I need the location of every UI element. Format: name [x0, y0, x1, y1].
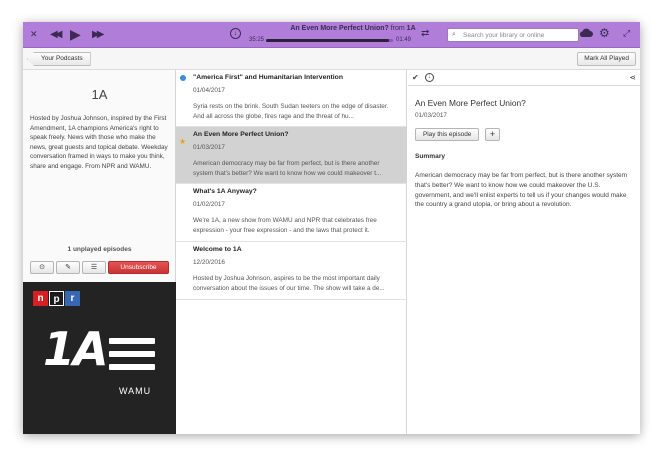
unplayed-count: 1 unplayed episodes [67, 246, 132, 253]
list-button[interactable]: ☰ [82, 261, 106, 274]
episode-date: 01/03/2017 [193, 144, 225, 151]
play-icon[interactable]: ▶ [70, 26, 81, 43]
npr-logo-r: r [65, 291, 80, 306]
now-playing-episode: An Even More Perfect Union? [290, 25, 389, 32]
podcast-description: Hosted by Joshua Johnson, inspired by th… [30, 115, 168, 170]
episode-item[interactable]: What's 1A Anyway? 01/02/2017 We're 1A, a… [176, 184, 407, 242]
episode-item-selected[interactable]: ★ An Even More Perfect Union? 01/03/2017… [176, 127, 407, 184]
episode-title: What's 1A Anyway? [193, 188, 257, 195]
episode-description: Syria rests on the brink. South Sudan te… [193, 103, 389, 120]
edit-button[interactable]: ✎ [56, 261, 80, 274]
fast-forward-icon[interactable]: ▶▶ [92, 29, 105, 40]
total-time: 01:49 [396, 37, 412, 43]
download-all-button[interactable]: ⊙ [30, 261, 54, 274]
detail-date: 01/03/2017 [415, 112, 447, 119]
elapsed-time: 35:25 [249, 37, 265, 43]
podcast-panel: 1A Hosted by Joshua Johnson, inspired by… [23, 70, 176, 434]
app-window: ✕ ◀◀ ▶ ▶▶ ↓ An Even More Perfect Union? … [23, 22, 640, 434]
search-icon: ⌕ [452, 31, 456, 38]
gear-icon[interactable]: ⚙ [599, 26, 610, 40]
episode-title: An Even More Perfect Union? [193, 131, 289, 138]
episode-date: 01/02/2017 [193, 201, 225, 208]
download-icon[interactable]: ↓ [230, 28, 241, 39]
share-icon[interactable]: ⋖ [629, 73, 636, 82]
show-logo-lines [109, 338, 155, 377]
menu-icon: ☰ [90, 264, 98, 271]
podcast-name: 1A [91, 87, 108, 102]
playback-progress-fill [266, 39, 390, 42]
episode-date: 01/04/2017 [193, 87, 225, 94]
pencil-icon: ✎ [65, 264, 71, 271]
play-episode-button[interactable]: Play this episode [415, 128, 480, 141]
cloud-icon[interactable] [579, 28, 593, 38]
now-playing-from: from [388, 25, 407, 32]
podcast-artwork: n p r 1A WAMU [23, 282, 176, 434]
episode-item[interactable]: "America First" and Humanitarian Interve… [176, 70, 407, 127]
now-playing-show: 1A [406, 25, 416, 32]
close-icon[interactable]: ✕ [30, 29, 38, 39]
toolbar: Your Podcasts Mark All Played [23, 48, 640, 70]
download-icon: ⊙ [39, 264, 45, 271]
search-input[interactable] [463, 30, 575, 40]
episode-date: 12/20/2016 [193, 259, 225, 266]
npr-logo-n: n [33, 291, 48, 306]
queue-icon[interactable]: ⇄ [421, 28, 429, 39]
check-icon[interactable]: ✔ [412, 73, 419, 82]
show-logo: 1A [43, 322, 109, 376]
episode-list: "America First" and Humanitarian Interve… [176, 70, 407, 434]
rewind-icon[interactable]: ◀◀ [50, 29, 63, 40]
episode-item[interactable]: Welcome to 1A 12/20/2016 Hosted by Joshu… [176, 242, 407, 300]
episode-description: We're 1A, a new show from WAMU and NPR t… [193, 217, 377, 234]
summary-text: American democracy may be far from perfe… [415, 172, 628, 209]
episode-description: Hosted by Joshua Johnson, aspires to be … [193, 275, 385, 292]
playback-progress[interactable] [266, 39, 393, 42]
detail-toolbar: ✔ ↓ ⋖ [408, 70, 640, 86]
episode-title: Welcome to 1A [193, 246, 242, 253]
npr-logo: n p r [33, 291, 80, 306]
mark-all-played-button[interactable]: Mark All Played [577, 52, 636, 66]
episode-title: "America First" and Humanitarian Interve… [193, 74, 343, 81]
expand-icon[interactable]: ⤢ [623, 28, 630, 39]
search-box: ⌕ [447, 28, 579, 42]
summary-heading: Summary [415, 153, 446, 160]
npr-logo-p: p [49, 291, 64, 306]
episode-description: American democracy may be far from perfe… [193, 160, 382, 177]
detail-title: An Even More Perfect Union? [415, 98, 526, 108]
new-episode-dot [180, 75, 186, 81]
header-bar: ✕ ◀◀ ▶ ▶▶ ↓ An Even More Perfect Union? … [23, 22, 640, 48]
station-name: WAMU [119, 386, 152, 396]
add-to-queue-button[interactable]: + [485, 128, 500, 141]
now-playing-title: An Even More Perfect Union? from 1A [258, 25, 448, 32]
download-icon[interactable]: ↓ [425, 73, 434, 82]
star-icon: ★ [179, 137, 187, 146]
episode-detail: ✔ ↓ ⋖ An Even More Perfect Union? 01/03/… [408, 70, 640, 434]
unsubscribe-button[interactable]: Unsubscribe [108, 261, 169, 274]
back-to-podcasts-button[interactable]: Your Podcasts [27, 52, 91, 66]
